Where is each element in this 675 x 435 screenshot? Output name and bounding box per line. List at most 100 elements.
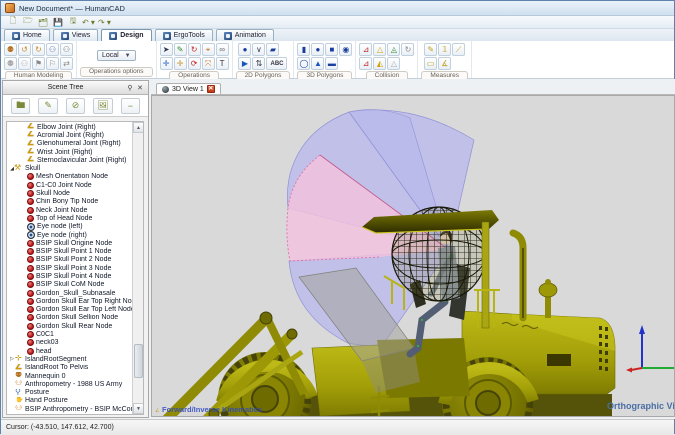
tree-item-islandrootsegment[interactable]: ▷IslandRootSegment: [7, 355, 132, 363]
tree-scrollbar[interactable]: ▲ ▼: [132, 122, 143, 414]
tree-item-gordon-skull-ear-top-right-node[interactable]: Gordon Skull Ear Top Right Node: [7, 297, 132, 305]
tree-item-c0c1[interactable]: C0C1: [7, 330, 132, 338]
undo-button[interactable]: ↶ ▾: [82, 17, 95, 28]
collision-alert-icon[interactable]: ◭: [373, 57, 386, 70]
tree-item-neck-joint-node[interactable]: Neck Joint Node: [7, 206, 132, 214]
ball-3d-icon[interactable]: ◉: [339, 43, 352, 56]
tree-item-gordon-skull-rear-node[interactable]: Gordon Skull Rear Node: [7, 322, 132, 330]
link-icon[interactable]: ∞: [216, 43, 229, 56]
collision-edit-icon[interactable]: ◬: [387, 43, 400, 56]
order-icon[interactable]: ⇅: [252, 57, 265, 70]
posture-mirror-icon[interactable]: ⇄: [60, 57, 73, 70]
tree-item-skull[interactable]: ◢Skull: [7, 164, 132, 172]
new-document-button[interactable]: 🗋: [7, 17, 19, 28]
tree-edit-button[interactable]: ✎: [38, 98, 57, 114]
ribbon-tab-ergotools[interactable]: ErgoTools: [155, 29, 213, 41]
posture-copy-icon[interactable]: ⚇: [60, 43, 73, 56]
viewport-3d[interactable]: ∠ Forward/Inverse Kinematics Orthographi…: [151, 95, 675, 417]
tree-item-mesh-orientation-node[interactable]: Mesh Orientation Node: [7, 173, 132, 181]
open-recent-button[interactable]: 🗂: [37, 17, 49, 28]
tree-item-eye-node-right[interactable]: Eye node (right): [7, 231, 132, 239]
mannequin-disabled2-icon[interactable]: ⚇: [18, 57, 31, 70]
torus-3d-icon[interactable]: ◯: [297, 57, 310, 70]
collision-move-icon[interactable]: ⊿: [359, 43, 372, 56]
tree-item-bsip-skull-com-node[interactable]: BSIP Skull CoM Node: [7, 281, 132, 289]
tree-item-gordon-skull-ear-top-left-node[interactable]: Gordon Skull Ear Top Left Node: [7, 306, 132, 314]
tree-item-bsip-skull-point-2-node[interactable]: BSIP Skull Point 2 Node: [7, 256, 132, 264]
abc-label-icon[interactable]: ABC: [266, 57, 287, 70]
tree-item-elbow-joint-right[interactable]: Elbow Joint (Right): [7, 123, 132, 131]
tree-item-bsip-anthropometry-bsip-mccon[interactable]: BSIP Anthropometry - BSIP McCon...: [7, 405, 132, 413]
tree-item-acromial-joint-right[interactable]: Acromial Joint (Right): [7, 131, 132, 139]
tab-3d-view-1[interactable]: 3D View 1 ✕: [156, 83, 221, 94]
cylinder-3d-icon[interactable]: ▬: [325, 57, 338, 70]
cone-3d-icon[interactable]: ▲: [311, 57, 324, 70]
edit-icon[interactable]: ✎: [174, 43, 187, 56]
create-mannequin-icon[interactable]: ⚉: [4, 43, 17, 56]
tree-item-bsip-skull-point-1-node[interactable]: BSIP Skull Point 1 Node: [7, 247, 132, 255]
tree-item-gordon-skull-sellion-node[interactable]: Gordon Skull Sellion Node: [7, 314, 132, 322]
scroll-up-icon[interactable]: ▲: [133, 122, 144, 133]
close-panel-icon[interactable]: ✕: [135, 83, 145, 93]
collision-warn-icon[interactable]: △: [373, 43, 386, 56]
rotate-mannequin-left-icon[interactable]: ↺: [18, 43, 31, 56]
box-3d-icon[interactable]: ▮: [297, 43, 310, 56]
tree-item-sternoclavicular-joint-right[interactable]: Sternoclavicular Joint (Right): [7, 156, 132, 164]
tree-item-posture[interactable]: Posture: [7, 389, 132, 397]
collision-pair-icon[interactable]: ⊿: [359, 57, 372, 70]
scale-icon[interactable]: ⤧: [202, 57, 215, 70]
ribbon-tab-home[interactable]: Home: [4, 29, 50, 41]
ribbon-tab-animation[interactable]: Animation: [216, 29, 274, 41]
scroll-thumb[interactable]: [134, 344, 143, 378]
orbit-icon[interactable]: ⟳: [188, 57, 201, 70]
tree-item-bsip-skull-point-4-node[interactable]: BSIP Skull Point 4 Node: [7, 272, 132, 280]
tree-delete-button[interactable]: ⊘: [66, 98, 85, 114]
cube-3d-icon[interactable]: ■: [325, 43, 338, 56]
collision-disabled-icon[interactable]: △: [387, 57, 400, 70]
redo-button[interactable]: ↷ ▾: [98, 17, 111, 28]
tree-item-islandroot-to-pelvis[interactable]: IslandRoot To Pelvis: [7, 364, 132, 372]
close-view-icon[interactable]: ✕: [207, 85, 215, 93]
posture-load-icon[interactable]: ⚐: [46, 57, 59, 70]
play-polygon-icon[interactable]: ▶: [238, 57, 251, 70]
measure-diagonal-icon[interactable]: ⟋: [452, 43, 465, 56]
polygon-2d-icon[interactable]: ▰: [266, 43, 279, 56]
tree-item-mannequin-0[interactable]: Mannequin 0: [7, 372, 132, 380]
open-document-button[interactable]: 🗁: [22, 17, 34, 28]
translate-snap-icon[interactable]: ✛: [174, 57, 187, 70]
sphere-3d-icon[interactable]: ●: [311, 43, 324, 56]
measure-pencil-icon[interactable]: ✎: [424, 43, 437, 56]
tree-item-bsip-skull-point-3-node[interactable]: BSIP Skull Point 3 Node: [7, 264, 132, 272]
tree-item-c1-c0-joint-node[interactable]: C1-C0 Joint Node: [7, 181, 132, 189]
scroll-down-icon[interactable]: ▼: [133, 403, 144, 414]
measure-vertical-icon[interactable]: 𝟙: [438, 43, 451, 56]
pin-panel-icon[interactable]: ⚲: [125, 83, 135, 93]
save-as-button[interactable]: 🖫: [67, 17, 79, 28]
tree-item-hand-posture[interactable]: Hand Posture: [7, 397, 132, 405]
mannequin-disabled-icon[interactable]: ⚉: [4, 57, 17, 70]
transform-text-icon[interactable]: T: [216, 57, 229, 70]
tree-item-gordon-skull-subnasale[interactable]: Gordon_Skull_Subnasale: [7, 289, 132, 297]
posture-library-icon[interactable]: ⚇: [46, 43, 59, 56]
select-cursor-icon[interactable]: ➤: [160, 43, 173, 56]
measure-angle-icon[interactable]: ∡: [438, 57, 451, 70]
save-button[interactable]: 💾: [52, 17, 64, 28]
collision-rotate-icon[interactable]: ↻: [401, 43, 414, 56]
tree-item-chin-bony-tip-node[interactable]: Chin Bony Tip Node: [7, 198, 132, 206]
rotate-icon[interactable]: ↻: [188, 43, 201, 56]
tree-item-eye-node-left[interactable]: Eye node (left): [7, 223, 132, 231]
snap-icon[interactable]: ⌖: [202, 43, 215, 56]
tree-item-wrist-joint-right[interactable]: Wrist Joint (Right): [7, 148, 132, 156]
coordinate-system-dropdown[interactable]: Local▼: [97, 50, 136, 61]
circle-2d-icon[interactable]: ●: [238, 43, 251, 56]
tree-item-top-of-head-node[interactable]: Top of Head Node: [7, 214, 132, 222]
tree-item-glenohumeral-joint-right[interactable]: Glenohumeral Joint (Right): [7, 140, 132, 148]
tree-item-bsip-skull-origine-node[interactable]: BSIP Skull Origine Node: [7, 239, 132, 247]
ribbon-tab-design[interactable]: Design: [101, 29, 151, 41]
line-2d-icon[interactable]: ∨: [252, 43, 265, 56]
tree-item-anthropometry-1988-us-army[interactable]: Anthropometry - 1988 US Army: [7, 380, 132, 388]
tree-image-button[interactable]: 🖼: [93, 98, 112, 114]
tree-add-button[interactable]: 🖿: [11, 98, 30, 114]
measure-horizontal-icon[interactable]: ▭: [424, 57, 437, 70]
rotate-mannequin-right-icon[interactable]: ↻: [32, 43, 45, 56]
